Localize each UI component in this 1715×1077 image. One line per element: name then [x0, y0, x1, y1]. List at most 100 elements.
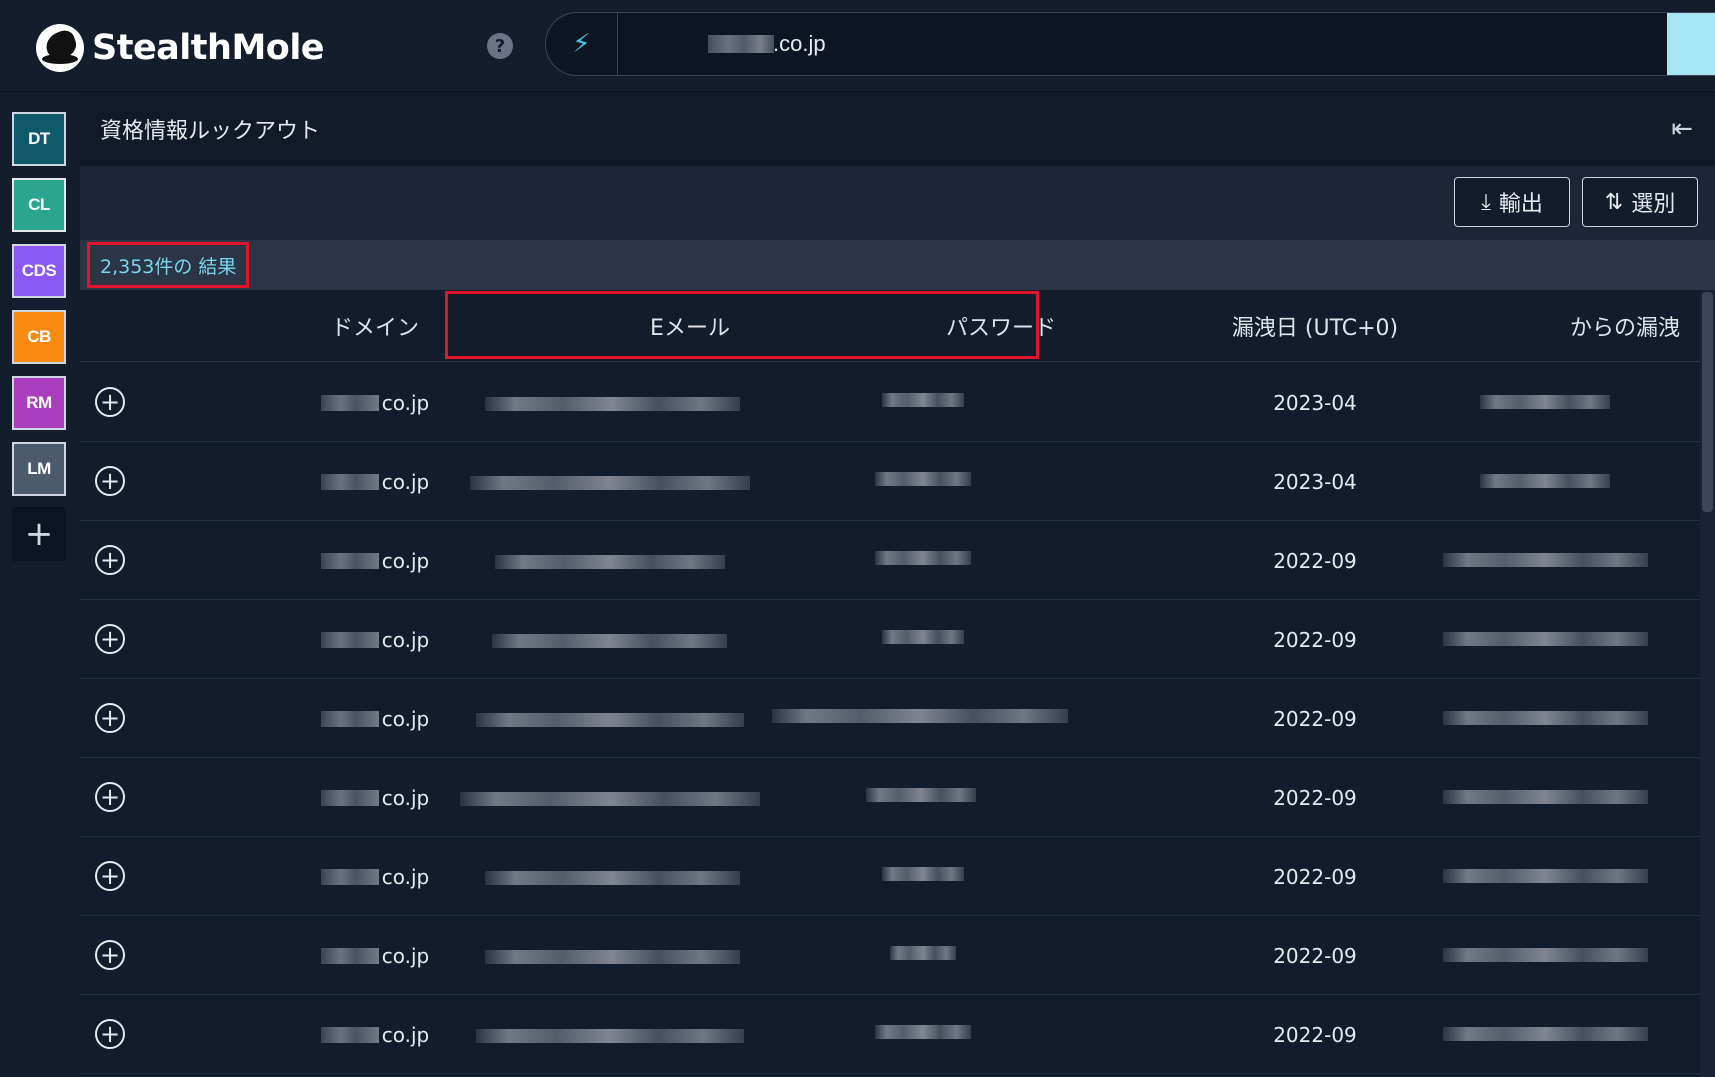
redacted-source	[1480, 474, 1610, 488]
redacted-domain	[320, 710, 379, 727]
help-icon[interactable]: ?	[487, 33, 513, 59]
redacted-password	[875, 472, 971, 486]
redacted-domain	[320, 789, 379, 806]
redacted-email	[495, 555, 725, 569]
redacted-password	[882, 867, 964, 881]
table-row: + co.jp 2023-04	[80, 442, 1700, 521]
leak-date-cell: 2022-09	[1273, 1022, 1357, 1047]
search-bar: ⚡	[545, 12, 1715, 76]
table-row: + co.jp 2022-09	[80, 837, 1700, 916]
redacted-source	[1443, 790, 1648, 804]
leak-date-cell: 2022-09	[1273, 943, 1357, 968]
search-submit-button[interactable]	[1667, 13, 1715, 75]
leak-date-cell: 2022-09	[1273, 548, 1357, 573]
expand-row-icon[interactable]: +	[95, 624, 125, 654]
rail-item-lm[interactable]: LM	[12, 442, 66, 496]
toolbar: ⤓ 輸出 ⇅ 選別	[80, 166, 1715, 240]
domain-cell: co.jp	[220, 916, 530, 995]
main-panel: 資格情報ルックアウト ⇤ ⤓ 輸出 ⇅ 選別 2,353件の 結果 ドメイン E…	[80, 92, 1715, 1077]
expand-row-icon[interactable]: +	[95, 387, 125, 417]
results-bar: 2,353件の 結果	[80, 240, 1715, 290]
rail-item-cb[interactable]: CB	[12, 310, 66, 364]
redacted-source	[1443, 948, 1648, 962]
redacted-password	[882, 393, 964, 407]
redacted-password	[890, 946, 956, 960]
expand-row-icon[interactable]: +	[95, 782, 125, 812]
redacted-password	[882, 630, 964, 644]
redacted-password	[875, 1025, 971, 1039]
expand-row-icon[interactable]: +	[95, 703, 125, 733]
panel-title: 資格情報ルックアウト	[100, 119, 321, 144]
redacted-source	[1443, 1027, 1648, 1041]
expand-row-icon[interactable]: +	[95, 545, 125, 575]
leak-date-cell: 2022-09	[1273, 627, 1357, 652]
sort-button[interactable]: ⇅ 選別	[1582, 177, 1698, 227]
redacted-email	[470, 476, 750, 490]
redacted-password	[866, 788, 976, 802]
table-header: ドメイン Eメール パスワード 漏洩日 (UTC+0) からの漏洩	[80, 290, 1700, 362]
redacted-domain	[320, 473, 379, 490]
redacted-email	[485, 397, 740, 411]
redacted-email	[485, 950, 740, 964]
collapse-panel-icon[interactable]: ⇤	[1671, 114, 1693, 144]
leak-date-cell: 2023-04	[1273, 469, 1357, 494]
add-module-button[interactable]: +	[12, 507, 66, 561]
app-name: StealthMole	[92, 28, 325, 68]
table-row: + co.jp 2022-09	[80, 679, 1700, 758]
panel-header: 資格情報ルックアウト ⇤	[80, 92, 1715, 166]
redacted-source	[1443, 632, 1648, 646]
leak-date-cell: 2022-09	[1273, 785, 1357, 810]
table-row: + co.jp 2022-09	[80, 916, 1700, 995]
table-row: + co.jp 2022-09	[80, 600, 1700, 679]
redacted-password	[772, 709, 1068, 723]
domain-cell: co.jp	[220, 521, 530, 600]
export-label: 輸出	[1498, 192, 1543, 217]
leak-date-cell: 2022-09	[1273, 706, 1357, 731]
redacted-domain-prefix	[708, 35, 774, 53]
sort-arrows-icon: ⇅	[1604, 189, 1624, 215]
redacted-source	[1443, 553, 1648, 567]
column-header-source[interactable]: からの漏洩	[1470, 290, 1715, 362]
column-header-leak-date[interactable]: 漏洩日 (UTC+0)	[1160, 290, 1470, 362]
redacted-domain	[320, 552, 379, 569]
table-row: + co.jp 2022-09	[80, 995, 1700, 1074]
expand-row-icon[interactable]: +	[95, 466, 125, 496]
export-button[interactable]: ⤓ 輸出	[1454, 177, 1570, 227]
results-count: 2,353件の 結果	[87, 242, 250, 288]
table-row: + co.jp 2022-09	[80, 521, 1700, 600]
module-rail: DT CL CDS CB RM LM +	[0, 92, 80, 1077]
redacted-password	[875, 551, 971, 565]
redacted-domain	[320, 868, 379, 885]
leak-date-cell: 2022-09	[1273, 864, 1357, 889]
app-logo[interactable]: StealthMole	[36, 24, 325, 72]
redacted-email	[476, 713, 744, 727]
rail-item-rm[interactable]: RM	[12, 376, 66, 430]
domain-cell: co.jp	[220, 837, 530, 916]
redacted-email	[476, 1029, 744, 1043]
domain-cell: co.jp	[220, 600, 530, 679]
search-mode-bolt-icon[interactable]: ⚡	[546, 13, 618, 75]
redacted-domain	[320, 631, 379, 648]
redacted-source	[1480, 395, 1610, 409]
rail-item-cl[interactable]: CL	[12, 178, 66, 232]
export-file-icon: ⤓	[1481, 189, 1491, 215]
table-row: + co.jp 2023-04	[80, 363, 1700, 442]
expand-row-icon[interactable]: +	[95, 1019, 125, 1049]
redacted-email	[460, 792, 760, 806]
table-scrollbar-thumb[interactable]	[1702, 292, 1713, 512]
sort-label: 選別	[1631, 192, 1676, 217]
search-input[interactable]	[618, 13, 1667, 75]
top-bar: StealthMole ? ⚡	[0, 0, 1715, 92]
redacted-domain	[320, 1026, 379, 1043]
redacted-domain	[320, 947, 379, 964]
redacted-email	[492, 634, 727, 648]
rail-item-dt[interactable]: DT	[12, 112, 66, 166]
redacted-source	[1443, 869, 1648, 883]
expand-row-icon[interactable]: +	[95, 940, 125, 970]
redacted-email	[485, 871, 740, 885]
expand-row-icon[interactable]: +	[95, 861, 125, 891]
rail-item-cds[interactable]: CDS	[12, 244, 66, 298]
redacted-domain	[320, 394, 379, 411]
domain-cell: co.jp	[220, 363, 530, 442]
leak-date-cell: 2023-04	[1273, 390, 1357, 415]
